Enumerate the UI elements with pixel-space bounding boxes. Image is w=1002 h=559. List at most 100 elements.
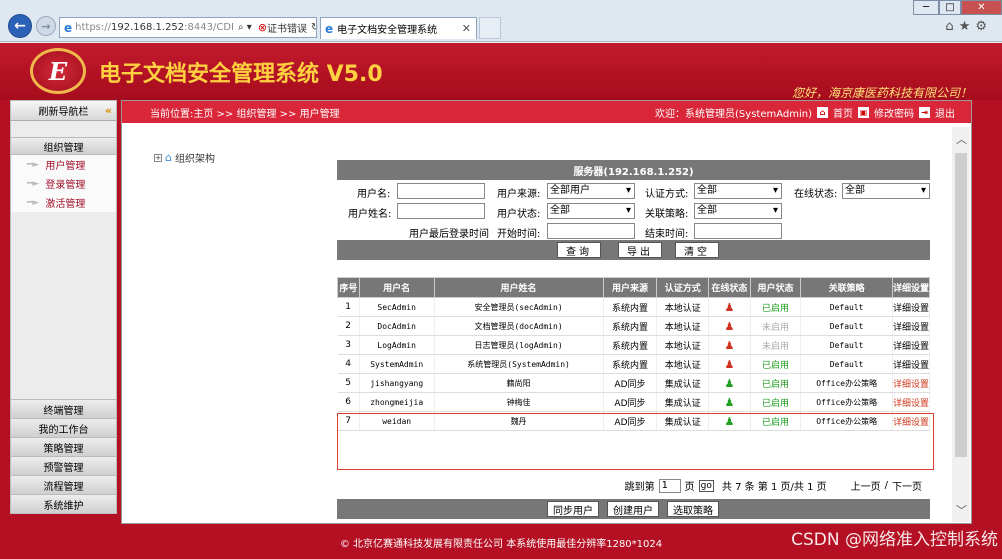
sidebar-item-workbench[interactable]: 我的工作台 (11, 418, 116, 437)
clear-button[interactable]: 清空 (675, 242, 719, 258)
end-time-input[interactable] (694, 223, 782, 239)
table-row: 1 SecAdmin 安全管理员(secAdmin) 系统内置 本地认证 ♟ 已启用 Defa… (337, 297, 931, 317)
org-tree-root[interactable]: 组织架构 (175, 150, 215, 165)
change-password-link[interactable]: 修改密码 (874, 105, 914, 120)
detail-settings-link[interactable]: 详细设置 (892, 392, 931, 412)
detail-settings-link[interactable]: 详细设置 (892, 335, 931, 355)
vertical-scrollbar[interactable]: ︿ ﹀ (952, 127, 970, 522)
close-window-button[interactable]: ✕ (961, 0, 1002, 15)
prev-page-link[interactable]: 上一页 (851, 478, 881, 493)
home-icon[interactable]: ⌂ (945, 19, 958, 34)
detail-settings-link[interactable]: 详细设置 (892, 354, 931, 374)
sidebar-item-maintenance[interactable]: 系统维护 (11, 494, 116, 513)
app-title: 电子文档安全管理系统 V5.0 (99, 62, 383, 87)
back-button[interactable]: ← (8, 14, 32, 38)
search-dropdown-icon[interactable]: ⌕ ▾ (238, 22, 252, 33)
minimize-button[interactable]: ─ (913, 0, 939, 15)
detail-settings-link[interactable]: 详细设置 (892, 297, 931, 317)
online-status-cell: ♟ (708, 297, 751, 317)
server-header: 服务器(192.168.1.252) (337, 160, 930, 180)
sidebar-item-policy[interactable]: 策略管理 (11, 437, 116, 456)
welcome-text: 欢迎：系统管理员(SystemAdmin) (655, 108, 812, 120)
row-number: 5 (337, 373, 360, 393)
maximize-button[interactable]: □ (939, 0, 961, 15)
org-tree[interactable]: + ⌂ 组织架构 (154, 150, 215, 165)
bottom-action-bar: 同步用户 创建用户 选取策略 (337, 499, 930, 519)
create-user-button[interactable]: 创建用户 (607, 501, 659, 517)
sidebar-refresh[interactable]: 刷新导航栏 « (11, 101, 116, 121)
fullname-input[interactable] (397, 203, 485, 219)
main-panel: 当前位置:主页 >> 组织管理 >> 用户管理 欢迎：系统管理员(SystemA… (121, 100, 972, 524)
online-user-icon: ♟ (724, 414, 735, 428)
policy-cell: Default (800, 354, 893, 374)
query-button[interactable]: 查询 (557, 242, 601, 258)
lock-icon[interactable]: ▣ (858, 106, 869, 118)
arrow-icon: ━► (27, 197, 40, 208)
scroll-thumb[interactable] (955, 153, 967, 457)
source-cell: AD同步 (603, 392, 658, 412)
cert-error-label[interactable]: 证书错误 (267, 20, 307, 35)
settings-gear-icon[interactable]: ⚙ (975, 19, 992, 34)
sidebar-item-user-mgmt[interactable]: ━► 用户管理 (11, 155, 116, 174)
select-policy-button[interactable]: 选取策略 (667, 501, 719, 517)
user-status-cell: 未启用 (750, 316, 802, 336)
start-time-input[interactable] (547, 223, 635, 239)
row-number: 1 (337, 297, 360, 317)
policy-cell: Default (800, 297, 893, 317)
address-bar[interactable]: e https:// 192.168.1.252 :8443/CDI ⌕ ▾ ⊗… (59, 17, 317, 38)
tab-close-icon[interactable]: ✕ (462, 22, 471, 35)
go-button[interactable]: go (698, 479, 714, 492)
expand-icon[interactable]: + (154, 153, 162, 162)
table-row: 5 jishangyang 籍尚阳 AD同步 集成认证 ♟ 已启用 Office办公策略 详细设… (337, 373, 931, 393)
forward-button[interactable]: → (36, 16, 56, 36)
collapse-icon[interactable]: « (105, 104, 112, 117)
next-page-link[interactable]: 下一页 (892, 478, 922, 493)
new-tab-button[interactable] (479, 17, 501, 39)
status-select[interactable]: 全部 (547, 203, 635, 219)
refresh-icon[interactable]: ↻ (311, 22, 316, 33)
offline-user-icon: ♟ (724, 319, 735, 333)
logout-icon[interactable]: ⇥ (919, 106, 930, 118)
end-time-label: 结束时间: (645, 229, 689, 240)
page-input[interactable]: 1 (658, 478, 681, 493)
tab-ie-icon: e (325, 21, 334, 36)
sidebar-item-terminal[interactable]: 终端管理 (11, 399, 116, 418)
row-number: 7 (337, 411, 360, 431)
source-select[interactable]: 全部用户 (547, 183, 635, 199)
detail-settings-link[interactable]: 详细设置 (892, 373, 931, 393)
sidebar-item-activation[interactable]: ━► 激活管理 (11, 193, 116, 212)
username-input[interactable] (397, 183, 485, 199)
online-status-cell: ♟ (708, 316, 751, 336)
org-folder-icon: ⌂ (165, 151, 172, 164)
logout-link[interactable]: 退出 (935, 105, 955, 120)
detail-settings-link[interactable]: 详细设置 (892, 411, 931, 431)
favorites-icon[interactable]: ★ (959, 19, 976, 34)
home-link[interactable]: 首页 (833, 105, 853, 120)
sidebar-item-workflow[interactable]: 流程管理 (11, 475, 116, 494)
auth-select[interactable]: 全部 (694, 183, 782, 199)
auth-cell: 集成认证 (656, 411, 710, 431)
offline-user-icon: ♟ (724, 338, 735, 352)
browser-tab[interactable]: e 电子文档安全管理系统 ✕ (320, 17, 477, 39)
export-button[interactable]: 导出 (618, 242, 662, 258)
detail-settings-link[interactable]: 详细设置 (892, 316, 931, 336)
policy-select[interactable]: 全部 (694, 203, 782, 219)
cert-error-icon[interactable]: ⊗ (258, 21, 267, 34)
source-cell: 系统内置 (603, 297, 658, 317)
scroll-down-icon[interactable]: ﹀ (956, 502, 967, 518)
online-select[interactable]: 全部 (842, 183, 930, 199)
column-header: 用户状态 (749, 277, 802, 298)
policy-cell: Default (800, 316, 893, 336)
column-header: 在线状态 (708, 277, 751, 298)
sync-users-button[interactable]: 同步用户 (547, 501, 599, 517)
scroll-up-icon[interactable]: ︿ (956, 131, 967, 147)
row-number: 3 (337, 335, 360, 355)
sidebar-item-login-mgmt[interactable]: ━► 登录管理 (11, 174, 116, 193)
home-icon[interactable]: ⌂ (817, 106, 828, 118)
sidebar-section-org[interactable]: 组织管理 (11, 137, 116, 155)
url-rest: :8443/CDI (184, 22, 234, 33)
table-header: 序号 用户名 用户姓名 用户来源 认证方式 在线状态 用户状态 关联策略 详细设置 (337, 277, 931, 298)
sidebar-item-alert[interactable]: 预警管理 (11, 456, 116, 475)
breadcrumb: 当前位置:主页 >> 组织管理 >> 用户管理 (150, 108, 340, 120)
auth-cell: 本地认证 (656, 297, 710, 317)
